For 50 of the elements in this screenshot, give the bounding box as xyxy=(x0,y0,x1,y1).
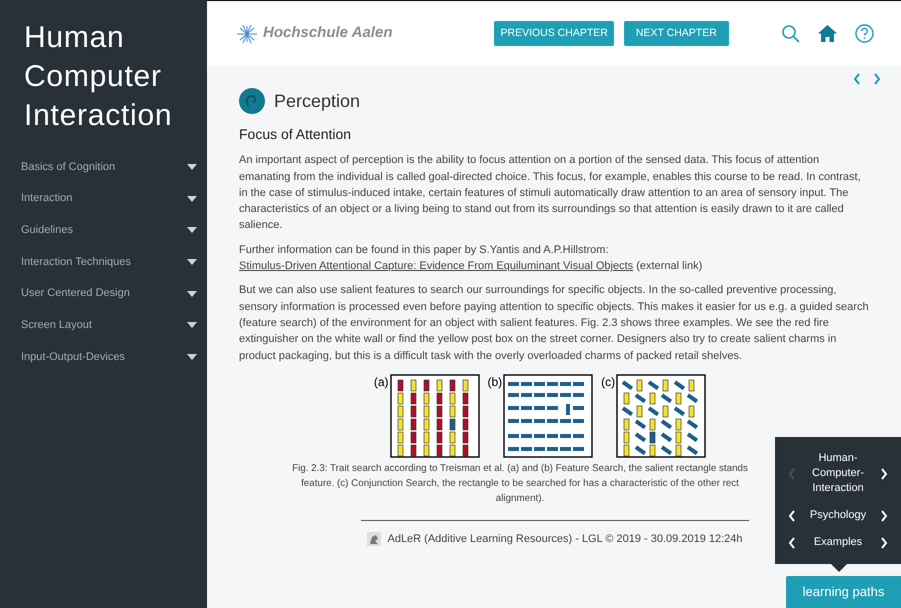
chevron-left-icon[interactable] xyxy=(788,536,796,548)
panel-label: (a) xyxy=(374,374,388,390)
chevron-right-icon[interactable] xyxy=(880,510,888,522)
star-logo-icon xyxy=(234,24,260,44)
path-label: Psychology xyxy=(810,508,866,523)
figure-caption: alignment). xyxy=(496,492,544,506)
home-icon[interactable] xyxy=(818,25,837,42)
caret-icon xyxy=(187,290,197,297)
panel-label: (c) xyxy=(601,374,616,390)
footer-text: AdLeR (Additive Learning Resources) - LGL © 2019 - 30.09.2019 12:24h xyxy=(387,532,743,547)
paper-link[interactable]: Stimulus-Driven Attentional Capture: Evidence From Equiluminant Visual Objects xyxy=(239,260,634,272)
panel-label: (b) xyxy=(488,374,502,390)
caret-icon xyxy=(187,227,197,234)
caret-icon xyxy=(187,164,197,170)
sidebar-item[interactable]: Input-Output-Devices xyxy=(0,341,207,373)
caret-icon xyxy=(187,354,197,360)
learning-path-level[interactable]: Human- Computer- Interaction xyxy=(775,445,901,502)
chevron-right-icon[interactable] xyxy=(880,536,888,548)
sidebar-item[interactable]: Basics of Cognition xyxy=(0,151,207,183)
caret-icon xyxy=(187,258,197,265)
next-page-icon[interactable] xyxy=(873,73,881,85)
sidebar-item[interactable]: User Centered Design xyxy=(0,278,207,310)
paragraph: But we can also use salient features to search our surroundings for specific objects. In the so-called preventive processing, sensory information is processed even before paying attention to specific objects. This makes it easier for us e.g. a guided search (feature search) of the environment for an object with salient features. Fig. 2.3 shows three examples. We see the red fire extinguisher on the white wall or find the yellow post box on the street corner. Designers also try to create salient charms in product packaging, but this is a difficult task with the overly overloaded charms of packed retail shelves. xyxy=(239,283,870,364)
search-icon[interactable] xyxy=(782,24,800,42)
help-icon[interactable] xyxy=(855,24,874,43)
path-label: Examples xyxy=(814,535,862,550)
paragraph: Further information can be found in this paper by S.Yantis and A.P.Hillstrom: Stimulus-Driven Attentional Capture: Evidence From Equiluminant Visual Objects (external link) xyxy=(239,242,704,274)
chapter-heading: Perception xyxy=(274,92,360,110)
learning-path-level[interactable]: Examples xyxy=(775,529,901,556)
logo-icon xyxy=(367,532,382,546)
next-chapter-button[interactable]: NEXT CHAPTER xyxy=(624,21,729,46)
sidebar-item[interactable]: Screen Layout xyxy=(0,309,207,342)
learning-paths-button[interactable]: learning paths xyxy=(786,576,901,608)
logo-text: Hochschule Aalen xyxy=(263,23,392,44)
previous-chapter-button[interactable]: PREVIOUS CHAPTER xyxy=(494,21,614,46)
course-title: Human Computer Interaction xyxy=(23,20,174,134)
chevron-left-icon[interactable] xyxy=(788,510,796,522)
caret-icon xyxy=(187,322,197,328)
sidebar-item[interactable]: Interaction xyxy=(0,182,207,214)
previous-page-icon[interactable] xyxy=(853,73,861,85)
sidebar-item[interactable]: Interaction Techniques xyxy=(0,246,207,278)
caret-icon xyxy=(187,196,197,202)
paragraph: An important aspect of perception is the ability to focus attention on a portion of the sensed data. This focus of attention emanating from the individual is called goal-directed choice. This focus, for example, enables this course to be read. In contrast, in the case of stimulus-induced intake, certain features of stimuli automatically draw attention to an area of sensory input. The characteristics of an object or a living being to stand out from its surroundings so that attention is easily drawn to it are called salience. xyxy=(239,153,862,234)
path-label: Human- Computer- Interaction xyxy=(812,451,864,496)
sidebar-item[interactable]: Guidelines xyxy=(0,214,207,246)
figure-caption: feature. (c) Conjunction Search, the rectangle to be searched for has a characteristic of the other rect xyxy=(301,476,739,491)
chevron-right-icon[interactable] xyxy=(880,468,888,480)
figure-caption: Fig. 2.3: Trait search according to Treisman et al. (a) and (b) Feature Search, the salient rectangle stands xyxy=(292,462,748,476)
learning-path-level[interactable]: Psychology xyxy=(775,502,901,529)
section-heading: Focus of Attention xyxy=(239,126,352,142)
